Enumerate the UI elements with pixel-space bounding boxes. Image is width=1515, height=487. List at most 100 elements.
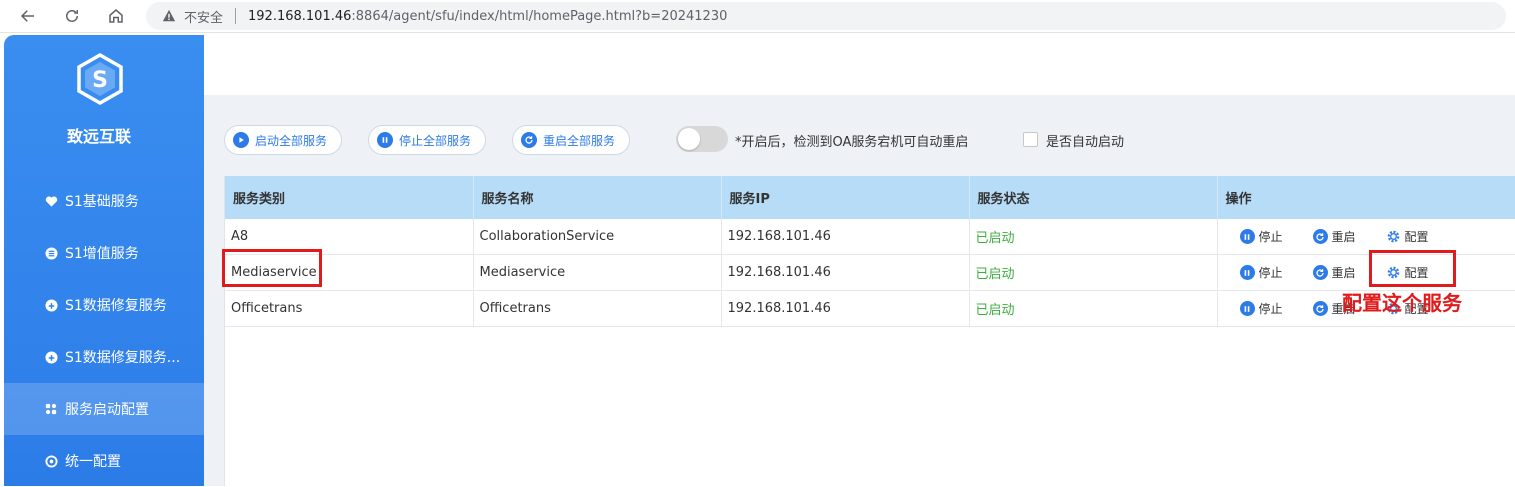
refresh-icon xyxy=(1312,301,1328,316)
cell-ip: 192.168.101.46 xyxy=(721,219,970,255)
refresh-icon xyxy=(1312,265,1328,280)
back-button[interactable] xyxy=(16,4,40,28)
pause-icon xyxy=(1239,301,1255,316)
sidebar-item-s1-basic[interactable]: S1基础服务 xyxy=(4,175,204,227)
browser-toolbar: 不安全 192.168.101.46:8864/agent/sfu/index/… xyxy=(0,0,1515,33)
cell-status: 已启动 xyxy=(969,290,1218,327)
sidebar-item-label: S1数据修复服务... xyxy=(65,350,181,366)
col-header-actions: 操作 xyxy=(1217,176,1515,219)
cell-ip: 192.168.101.46 xyxy=(721,290,970,327)
cell-actions: 停止 重启 配置 xyxy=(1217,254,1515,291)
gear-icon xyxy=(1386,265,1401,280)
pause-icon xyxy=(1239,265,1255,280)
content-header xyxy=(204,35,1515,95)
config-button[interactable]: 配置 xyxy=(1386,228,1429,245)
config-button[interactable]: 配置 xyxy=(1386,264,1429,281)
shield-logo-icon: S xyxy=(75,52,125,106)
stop-label: 停止 xyxy=(1258,302,1283,316)
col-header-category: 服务类别 xyxy=(225,176,474,219)
auto-start-checkbox[interactable] xyxy=(1023,132,1038,147)
auto-restart-toggle[interactable] xyxy=(676,126,728,152)
sidebar-item-label: 服务启动配置 xyxy=(65,402,149,418)
back-arrow-icon xyxy=(20,10,34,22)
stop-label: 停止 xyxy=(1258,230,1283,244)
restart-button[interactable]: 重启 xyxy=(1312,228,1356,245)
grid-icon xyxy=(44,402,58,416)
config-label: 配置 xyxy=(1404,266,1429,280)
home-button[interactable] xyxy=(104,4,128,28)
col-header-name: 服务名称 xyxy=(473,176,722,219)
list-icon xyxy=(44,246,58,260)
service-table-container: 服务类别 服务名称 服务IP 服务状态 操作 A8 CollaborationS… xyxy=(224,176,1515,486)
restart-button[interactable]: 重启 xyxy=(1312,264,1356,281)
heart-icon xyxy=(44,194,58,208)
sidebar-item-service-startup-config[interactable]: 服务启动配置 xyxy=(4,383,204,435)
main-content: 启动全部服务 停止全部服务 重启全部服务 *开启后，检测到OA服务宕机可自动重启… xyxy=(204,95,1515,486)
col-header-status: 服务状态 xyxy=(969,176,1218,219)
cell-category: Officetrans xyxy=(225,290,474,327)
cell-name: Mediaservice xyxy=(473,254,722,291)
address-bar[interactable]: 不安全 192.168.101.46:8864/agent/sfu/index/… xyxy=(146,2,1506,30)
sidebar-menu: S1基础服务 S1增值服务 S1数据修复服务 S1数据修复服务... 服务启动配… xyxy=(4,175,204,487)
sidebar-item-label: S1增值服务 xyxy=(65,246,139,262)
table-row: Mediaservice Mediaservice 192.168.101.46… xyxy=(225,254,1515,291)
pause-icon xyxy=(1239,229,1255,244)
sidebar-item-s1-data-repair-2[interactable]: S1数据修复服务... xyxy=(4,331,204,383)
start-all-button[interactable]: 启动全部服务 xyxy=(224,125,343,155)
sidebar: S 致远互联 S1基础服务 S1增值服务 S1数据修复服务 S1数据修复服务..… xyxy=(4,35,204,486)
play-icon xyxy=(233,132,249,148)
restart-label: 重启 xyxy=(1331,230,1356,244)
target-icon xyxy=(44,454,58,468)
table-row: A8 CollaborationService 192.168.101.46 已… xyxy=(225,219,1515,255)
sidebar-item-s1-data-repair[interactable]: S1数据修复服务 xyxy=(4,279,204,331)
reload-button[interactable] xyxy=(60,4,84,28)
sidebar-item-label: S1基础服务 xyxy=(65,194,139,210)
cell-ip: 192.168.101.46 xyxy=(721,254,970,291)
service-table: 服务类别 服务名称 服务IP 服务状态 操作 A8 CollaborationS… xyxy=(225,176,1515,327)
restart-label: 重启 xyxy=(1331,266,1356,280)
url-path: :8864/agent/sfu/index/html/homePage.html… xyxy=(351,8,728,24)
cell-name: Officetrans xyxy=(473,290,722,327)
col-header-ip: 服务IP xyxy=(721,176,970,219)
start-all-label: 启动全部服务 xyxy=(255,133,328,148)
svg-text:S: S xyxy=(92,68,108,93)
cell-status: 已启动 xyxy=(969,254,1218,291)
table-header-row: 服务类别 服务名称 服务IP 服务状态 操作 xyxy=(225,176,1515,219)
cell-category: A8 xyxy=(225,219,474,255)
sidebar-item-label: 统一配置 xyxy=(65,454,121,470)
insecure-label: 不安全 xyxy=(184,10,224,26)
repair-icon xyxy=(44,350,58,364)
sidebar-item-label: S1数据修复服务 xyxy=(65,298,167,314)
address-divider xyxy=(235,8,237,24)
stop-button[interactable]: 停止 xyxy=(1239,300,1283,317)
stop-label: 停止 xyxy=(1258,266,1283,280)
stop-all-button[interactable]: 停止全部服务 xyxy=(368,125,487,155)
cell-category: Mediaservice xyxy=(225,254,474,291)
stop-button[interactable]: 停止 xyxy=(1239,228,1283,245)
cell-status: 已启动 xyxy=(969,219,1218,255)
restart-all-button[interactable]: 重启全部服务 xyxy=(512,125,631,155)
pause-icon xyxy=(377,132,393,148)
brand-name: 致远互联 xyxy=(66,127,131,146)
url-host: 192.168.101.46 xyxy=(248,8,352,24)
auto-start-label: 是否自动启动 xyxy=(1046,135,1125,150)
sidebar-item-s1-value-added[interactable]: S1增值服务 xyxy=(4,227,204,279)
annotation-text: 配置这个服务 xyxy=(1342,291,1462,315)
stop-button[interactable]: 停止 xyxy=(1239,264,1283,281)
sidebar-item-unified-config[interactable]: 统一配置 xyxy=(4,435,204,487)
home-icon xyxy=(109,9,123,23)
toggle-knob xyxy=(678,128,700,150)
repair-icon xyxy=(44,298,58,312)
gear-icon xyxy=(1386,229,1401,244)
cell-name: CollaborationService xyxy=(473,219,722,255)
toolbar: 启动全部服务 停止全部服务 重启全部服务 *开启后，检测到OA服务宕机可自动重启… xyxy=(224,125,1424,157)
restart-all-label: 重启全部服务 xyxy=(543,133,616,148)
warning-icon xyxy=(162,9,176,23)
refresh-icon xyxy=(1312,229,1328,244)
stop-all-label: 停止全部服务 xyxy=(399,133,472,148)
reload-icon xyxy=(66,10,78,22)
cell-actions: 停止 重启 配置 xyxy=(1217,219,1515,255)
table-row: Officetrans Officetrans 192.168.101.46 已… xyxy=(225,290,1515,327)
config-label: 配置 xyxy=(1404,230,1429,244)
auto-restart-hint: *开启后，检测到OA服务宕机可自动重启 xyxy=(735,135,969,150)
